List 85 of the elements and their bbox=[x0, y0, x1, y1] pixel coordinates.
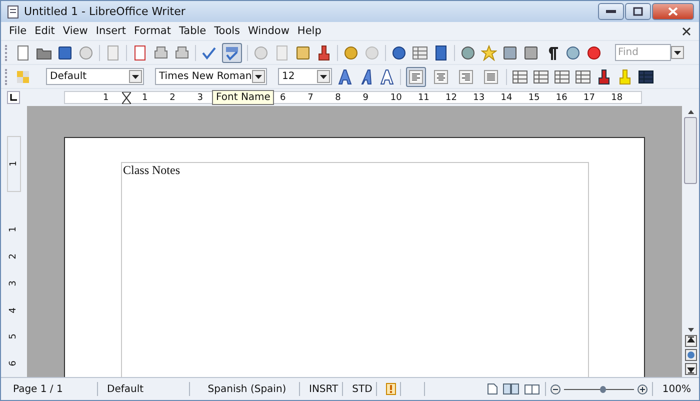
align-center-icon bbox=[434, 70, 448, 84]
ruler-number: 1 bbox=[8, 161, 20, 167]
insert-mode[interactable]: INSRT bbox=[305, 382, 344, 396]
multi-page-view-icon[interactable] bbox=[503, 383, 520, 395]
ruler-number: 17 bbox=[584, 92, 596, 102]
menu-item[interactable]: Window bbox=[244, 25, 294, 37]
tab-stop-selector[interactable] bbox=[7, 91, 20, 104]
window-title: Untitled 1 - LibreOffice Writer bbox=[24, 5, 186, 18]
ruler-number: 4 bbox=[8, 307, 20, 313]
ruler-number: 1 bbox=[142, 92, 149, 102]
scroll-thumb[interactable] bbox=[684, 117, 697, 184]
find-field[interactable]: Find bbox=[615, 44, 671, 61]
ruler-number: 1 bbox=[103, 92, 110, 102]
ruler-number: 2 bbox=[8, 253, 20, 260]
ruler-number: 16 bbox=[556, 92, 568, 102]
previous-page-icon[interactable] bbox=[684, 335, 696, 347]
align-left-button[interactable] bbox=[406, 66, 426, 86]
menu-item[interactable]: View bbox=[58, 25, 92, 37]
zoom-percent: 100% bbox=[661, 382, 692, 396]
ruler-number: 1 bbox=[8, 226, 20, 232]
star-icon[interactable] bbox=[481, 44, 497, 60]
vertical-scrollbar[interactable] bbox=[682, 106, 699, 377]
close-icon bbox=[668, 7, 678, 16]
indent-marker-icon[interactable] bbox=[122, 92, 131, 104]
menu-item[interactable]: Edit bbox=[30, 25, 59, 37]
maximize-icon bbox=[633, 7, 643, 16]
scroll-down-icon[interactable] bbox=[686, 327, 694, 333]
font-size-field[interactable]: 12 bbox=[278, 68, 332, 85]
menu-item[interactable]: Tools bbox=[210, 25, 244, 37]
zoom-slider-thumb[interactable] bbox=[600, 386, 606, 392]
ruler-number: 14 bbox=[500, 92, 514, 102]
close-document-icon[interactable] bbox=[682, 26, 691, 36]
document-modified-icon bbox=[386, 383, 396, 395]
maximize-button[interactable] bbox=[625, 3, 651, 20]
ruler-number: 7 bbox=[308, 92, 314, 102]
left-tab-icon bbox=[10, 94, 17, 101]
minimize-icon bbox=[606, 10, 616, 14]
printer-icon[interactable] bbox=[153, 44, 169, 60]
ruler-number: 6 bbox=[280, 92, 287, 102]
zoom-out-icon[interactable] bbox=[550, 384, 562, 394]
spellcheck-icon[interactable] bbox=[201, 44, 217, 60]
menu-item[interactable]: Insert bbox=[92, 25, 130, 37]
table-grid-icon[interactable] bbox=[412, 44, 428, 60]
ruler-number: 11 bbox=[418, 92, 430, 102]
ruler-number: 10 bbox=[390, 92, 403, 102]
autospellcheck-button[interactable] bbox=[222, 42, 242, 62]
print-preview-icon[interactable] bbox=[174, 44, 190, 60]
paragraph-style-field[interactable]: Default bbox=[46, 68, 144, 85]
navigation-icon[interactable] bbox=[684, 349, 696, 361]
ruler-number: 12 bbox=[446, 92, 458, 102]
close-button[interactable] bbox=[652, 3, 694, 20]
menu-item[interactable]: File bbox=[5, 25, 31, 37]
single-page-view-icon[interactable] bbox=[487, 383, 498, 395]
next-page-icon[interactable] bbox=[684, 363, 696, 375]
selection-mode[interactable]: STD bbox=[348, 382, 378, 396]
ruler-number: 3 bbox=[8, 280, 20, 286]
ruler-number: 2 bbox=[170, 92, 176, 102]
menu-item[interactable]: Help bbox=[293, 25, 326, 37]
ruler-number: 15 bbox=[528, 92, 541, 102]
bold-a-icon[interactable] bbox=[337, 68, 353, 84]
ruler-number: 5 bbox=[8, 334, 20, 340]
new-document-icon[interactable] bbox=[15, 44, 31, 60]
scroll-up-icon[interactable] bbox=[686, 109, 694, 115]
align-right-icon bbox=[459, 70, 473, 84]
tooltip: Font Name bbox=[212, 90, 274, 105]
font-name-field[interactable]: Times New Roman bbox=[155, 68, 267, 85]
ruler-number: 6 bbox=[8, 360, 20, 366]
document-text[interactable]: Class Notes bbox=[122, 163, 588, 178]
ruler-number: 13 bbox=[473, 92, 486, 102]
justify-icon bbox=[484, 70, 498, 84]
outline-a-icon[interactable] bbox=[379, 68, 395, 84]
language: Spanish (Spain) bbox=[195, 382, 300, 396]
menu-item[interactable]: Format bbox=[130, 25, 175, 37]
ruler-number: 9 bbox=[362, 92, 370, 102]
menu-item[interactable]: Table bbox=[174, 25, 210, 37]
page-count: Page 1 / 1 bbox=[5, 382, 98, 396]
spellcheck-underline-icon bbox=[224, 44, 240, 60]
zoom-in-icon[interactable] bbox=[637, 384, 648, 394]
minimize-button[interactable] bbox=[598, 3, 624, 20]
document-app-icon bbox=[6, 4, 20, 18]
align-left-icon bbox=[409, 70, 423, 84]
ruler-number: 8 bbox=[335, 92, 342, 102]
page-style: Default bbox=[103, 382, 190, 396]
ruler-number: 18 bbox=[611, 92, 624, 102]
book-view-icon[interactable] bbox=[524, 383, 540, 395]
